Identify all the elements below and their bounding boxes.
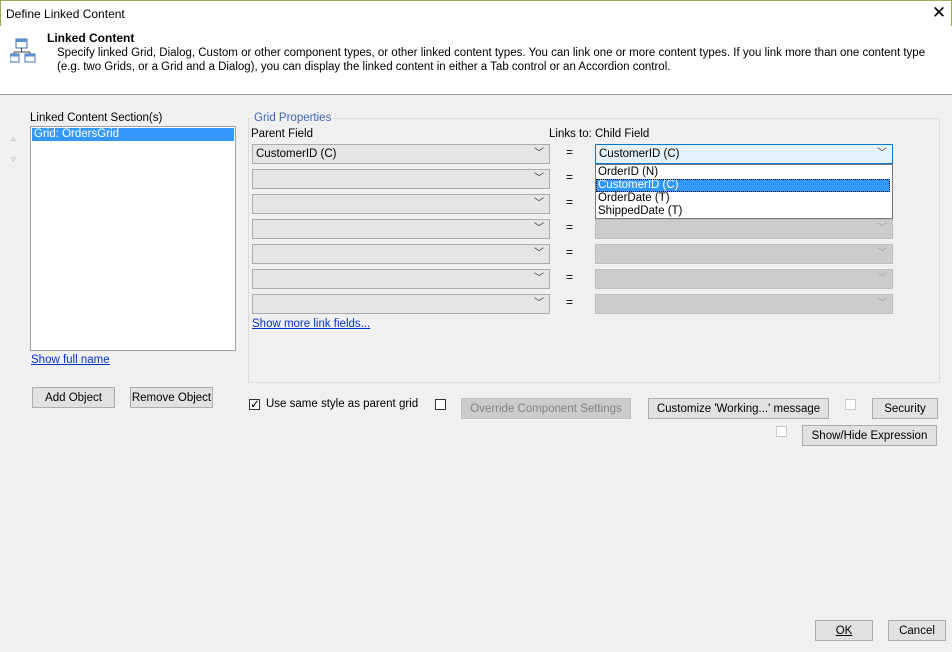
parent-field-select-2[interactable]: ﹀ bbox=[252, 169, 550, 189]
show-hide-expression-button[interactable]: Show/Hide Expression bbox=[802, 425, 937, 446]
show-hide-checkbox[interactable] bbox=[776, 426, 787, 437]
cancel-button[interactable]: Cancel bbox=[888, 620, 946, 641]
parent-field-label: Parent Field bbox=[251, 128, 314, 140]
title-bar: Define Linked Content ✕ bbox=[0, 0, 952, 26]
move-down-icon[interactable]: ▿ bbox=[11, 154, 16, 165]
security-checkbox[interactable] bbox=[845, 399, 856, 410]
chevron-down-icon: ﹀ bbox=[534, 273, 544, 284]
move-up-icon[interactable]: ▵ bbox=[11, 133, 16, 144]
equals-sign: = bbox=[566, 195, 574, 209]
list-item[interactable]: Grid: OrdersGrid bbox=[32, 128, 234, 141]
add-object-button[interactable]: Add Object bbox=[32, 387, 115, 408]
chevron-down-icon: ﹀ bbox=[534, 148, 544, 159]
remove-object-button[interactable]: Remove Object bbox=[130, 387, 213, 408]
chevron-down-icon: ﹀ bbox=[877, 148, 887, 159]
sections-listbox[interactable]: Grid: OrdersGrid bbox=[30, 126, 236, 351]
equals-sign: = bbox=[566, 270, 574, 284]
chevron-down-icon: ﹀ bbox=[534, 298, 544, 309]
equals-sign: = bbox=[566, 170, 574, 184]
dialog-header: Linked Content Specify linked Grid, Dial… bbox=[0, 26, 952, 95]
chevron-down-icon: ﹀ bbox=[534, 223, 544, 234]
equals-sign: = bbox=[566, 295, 574, 309]
chevron-down-icon: ﹀ bbox=[534, 173, 544, 184]
child-field-select-1[interactable]: CustomerID (C) ﹀ bbox=[595, 144, 893, 164]
sections-label: Linked Content Section(s) bbox=[30, 112, 163, 124]
cancel-label: Cancel bbox=[899, 625, 935, 637]
parent-field-select-7[interactable]: ﹀ bbox=[252, 294, 550, 314]
grid-properties-title: Grid Properties bbox=[252, 112, 334, 124]
dropdown-option-orderdate[interactable]: OrderDate (T) bbox=[596, 192, 890, 205]
dropdown-option-customerid[interactable]: CustomerID (C) bbox=[596, 179, 890, 192]
child-field-select-5: ﹀ bbox=[595, 244, 893, 264]
chevron-down-icon: ﹀ bbox=[877, 273, 887, 284]
child-field-label: Child Field bbox=[595, 128, 650, 140]
child-field-value: CustomerID (C) bbox=[599, 148, 680, 160]
child-field-select-4: ﹀ bbox=[595, 219, 893, 239]
parent-field-select-4[interactable]: ﹀ bbox=[252, 219, 550, 239]
chevron-down-icon: ﹀ bbox=[877, 223, 887, 234]
linked-content-icon bbox=[10, 38, 36, 63]
close-icon[interactable]: ✕ bbox=[929, 3, 949, 23]
ok-button[interactable]: OK bbox=[815, 620, 873, 641]
customize-working-message-button[interactable]: Customize 'Working...' message bbox=[648, 398, 829, 419]
ok-label: OK bbox=[835, 625, 853, 637]
header-description: Specify linked Grid, Dialog, Custom or o… bbox=[57, 47, 926, 73]
show-more-link-fields[interactable]: Show more link fields... bbox=[252, 318, 370, 330]
chevron-down-icon: ﹀ bbox=[534, 198, 544, 209]
parent-field-select-3[interactable]: ﹀ bbox=[252, 194, 550, 214]
equals-sign: = bbox=[566, 220, 574, 234]
child-field-dropdown-list[interactable]: OrderID (N) CustomerID (C) OrderDate (T)… bbox=[595, 164, 893, 219]
child-field-select-6: ﹀ bbox=[595, 269, 893, 289]
parent-field-select-6[interactable]: ﹀ bbox=[252, 269, 550, 289]
dropdown-option-shippeddate[interactable]: ShippedDate (T) bbox=[596, 205, 890, 218]
parent-field-value: CustomerID (C) bbox=[256, 148, 337, 160]
window-title: Define Linked Content bbox=[6, 7, 125, 21]
use-same-style-checkbox[interactable] bbox=[249, 397, 260, 411]
equals-sign: = bbox=[566, 145, 574, 159]
parent-field-select-1[interactable]: CustomerID (C) ﹀ bbox=[252, 144, 550, 164]
equals-sign: = bbox=[566, 245, 574, 259]
links-to-label: Links to: bbox=[549, 128, 592, 140]
use-same-style-label: Use same style as parent grid bbox=[266, 398, 419, 410]
override-component-checkbox[interactable] bbox=[435, 399, 446, 410]
child-field-select-7: ﹀ bbox=[595, 294, 893, 314]
show-full-name-link[interactable]: Show full name bbox=[31, 354, 110, 366]
override-component-settings-button: Override Component Settings bbox=[461, 398, 631, 419]
security-button[interactable]: Security bbox=[872, 398, 938, 419]
dropdown-option-orderid[interactable]: OrderID (N) bbox=[596, 166, 890, 179]
header-title: Linked Content bbox=[47, 31, 135, 45]
chevron-down-icon: ﹀ bbox=[877, 298, 887, 309]
chevron-down-icon: ﹀ bbox=[534, 248, 544, 259]
parent-field-select-5[interactable]: ﹀ bbox=[252, 244, 550, 264]
chevron-down-icon: ﹀ bbox=[877, 248, 887, 259]
